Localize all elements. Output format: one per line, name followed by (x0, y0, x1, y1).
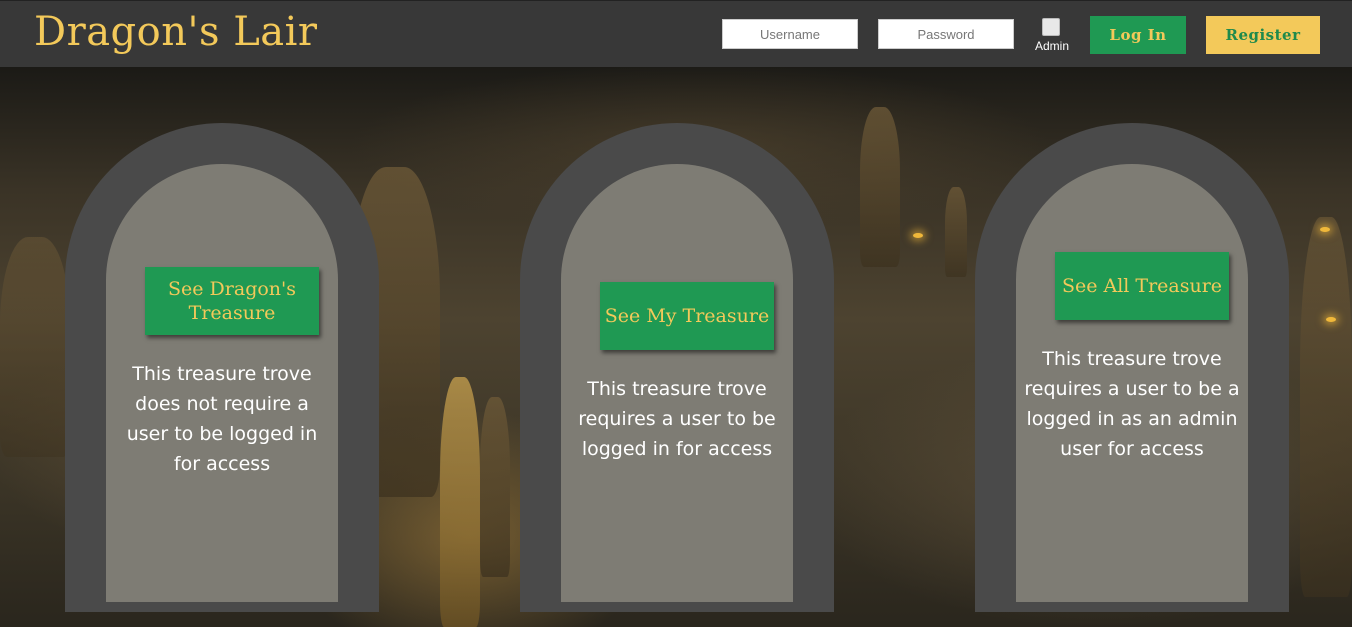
password-input[interactable] (878, 19, 1014, 49)
card-panel: See Dragon's Treasure This treasure trov… (106, 164, 338, 602)
login-button[interactable]: Log In (1090, 16, 1186, 54)
top-navbar: Dragon's Lair Admin Log In Register (0, 0, 1352, 67)
treasure-card-mine: See My Treasure This treasure trove requ… (520, 123, 834, 612)
card-panel: See All Treasure This treasure trove req… (1016, 164, 1248, 602)
treasure-card-all: See All Treasure This treasure trove req… (975, 123, 1289, 612)
register-button[interactable]: Register (1206, 16, 1320, 54)
card-description: This treasure trove requires a user to b… (578, 378, 776, 460)
card-panel: See My Treasure This treasure trove requ… (561, 164, 793, 602)
see-dragons-treasure-button[interactable]: See Dragon's Treasure (145, 267, 319, 335)
username-input[interactable] (722, 19, 858, 49)
card-description: This treasure trove requires a user to b… (1024, 348, 1240, 460)
admin-checkbox[interactable] (1042, 18, 1060, 36)
see-all-treasure-button[interactable]: See All Treasure (1055, 252, 1229, 320)
treasure-card-dragon: See Dragon's Treasure This treasure trov… (65, 123, 379, 612)
site-logo-title[interactable]: Dragon's Lair (34, 9, 318, 55)
admin-checkbox-label: Admin (1035, 39, 1070, 53)
see-my-treasure-button[interactable]: See My Treasure (600, 282, 774, 350)
card-description: This treasure trove does not require a u… (126, 363, 318, 475)
